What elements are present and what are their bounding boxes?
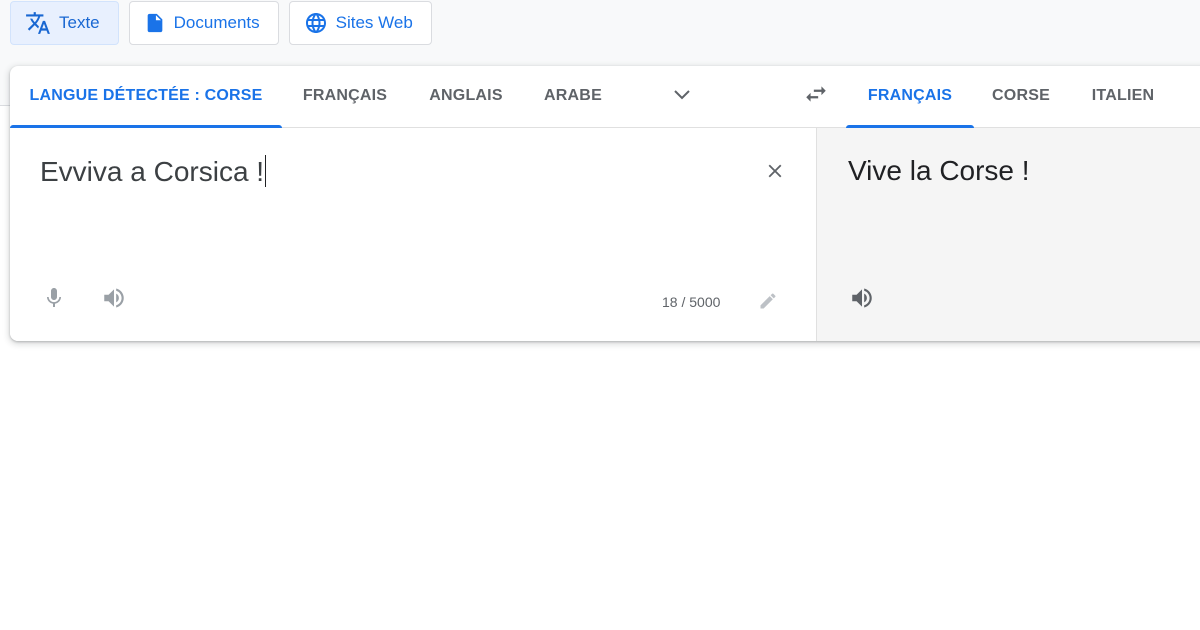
source-tab-arabic[interactable]: ARABE: [524, 66, 622, 127]
translation-output: Vive la Corse !: [848, 155, 1030, 186]
character-count: 18 / 5000: [662, 294, 721, 310]
documents-mode-button[interactable]: Documents: [128, 1, 279, 45]
source-tab-label: ARABE: [544, 87, 602, 104]
language-bar: LANGUE DÉTECTÉE : CORSE FRANÇAIS ANGLAIS…: [10, 66, 1200, 128]
source-tab-english[interactable]: ANGLAIS: [408, 66, 524, 127]
more-source-languages-button[interactable]: [662, 76, 702, 116]
text-mode-button[interactable]: Texte: [10, 1, 119, 45]
target-tab-corsican[interactable]: CORSE: [974, 66, 1068, 127]
microphone-button[interactable]: [34, 280, 74, 320]
target-tab-french[interactable]: FRANÇAIS: [846, 66, 974, 128]
mode-bar: Texte Documents Sites Web: [10, 1, 432, 45]
text-mode-label: Texte: [59, 13, 100, 32]
microphone-icon: [42, 286, 66, 315]
target-pane: Vive la Corse !: [816, 128, 1200, 341]
documents-mode-label: Documents: [173, 13, 260, 32]
speaker-icon: [849, 285, 875, 316]
source-text-value: Evviva a Corsica !: [40, 156, 265, 187]
target-tab-label: FRANÇAIS: [867, 87, 953, 104]
translation-card: LANGUE DÉTECTÉE : CORSE FRANÇAIS ANGLAIS…: [10, 66, 1200, 341]
chevron-down-icon: [670, 82, 694, 111]
target-tab-label: CORSE: [992, 87, 1050, 104]
text-caret: [265, 155, 267, 187]
source-tab-detected[interactable]: LANGUE DÉTECTÉE : CORSE: [10, 66, 282, 128]
speaker-icon: [101, 285, 127, 316]
edit-button[interactable]: [750, 285, 786, 321]
clear-source-button[interactable]: [755, 153, 795, 193]
target-tab-italian[interactable]: ITALIEN: [1068, 66, 1178, 127]
source-tab-label: LANGUE DÉTECTÉE : CORSE: [29, 87, 263, 104]
source-tab-label: FRANÇAIS: [302, 87, 388, 104]
target-tab-label: ITALIEN: [1091, 87, 1155, 104]
globe-icon: [304, 11, 328, 35]
listen-translation-button[interactable]: [842, 280, 882, 320]
source-tab-french[interactable]: FRANÇAIS: [282, 66, 408, 127]
source-text-input[interactable]: Evviva a Corsica !: [40, 155, 267, 188]
websites-mode-button[interactable]: Sites Web: [288, 1, 432, 45]
swap-languages-icon: [803, 81, 829, 112]
websites-mode-label: Sites Web: [335, 13, 413, 32]
listen-source-button[interactable]: [94, 280, 134, 320]
translate-icon: [25, 10, 51, 36]
pencil-icon: [758, 291, 778, 316]
source-pane[interactable]: Evviva a Corsica ! 18 / 5000: [10, 128, 816, 341]
swap-languages-button[interactable]: [796, 76, 836, 116]
source-tab-label: ANGLAIS: [429, 87, 503, 104]
document-icon: [144, 12, 166, 34]
close-icon: [764, 160, 786, 187]
